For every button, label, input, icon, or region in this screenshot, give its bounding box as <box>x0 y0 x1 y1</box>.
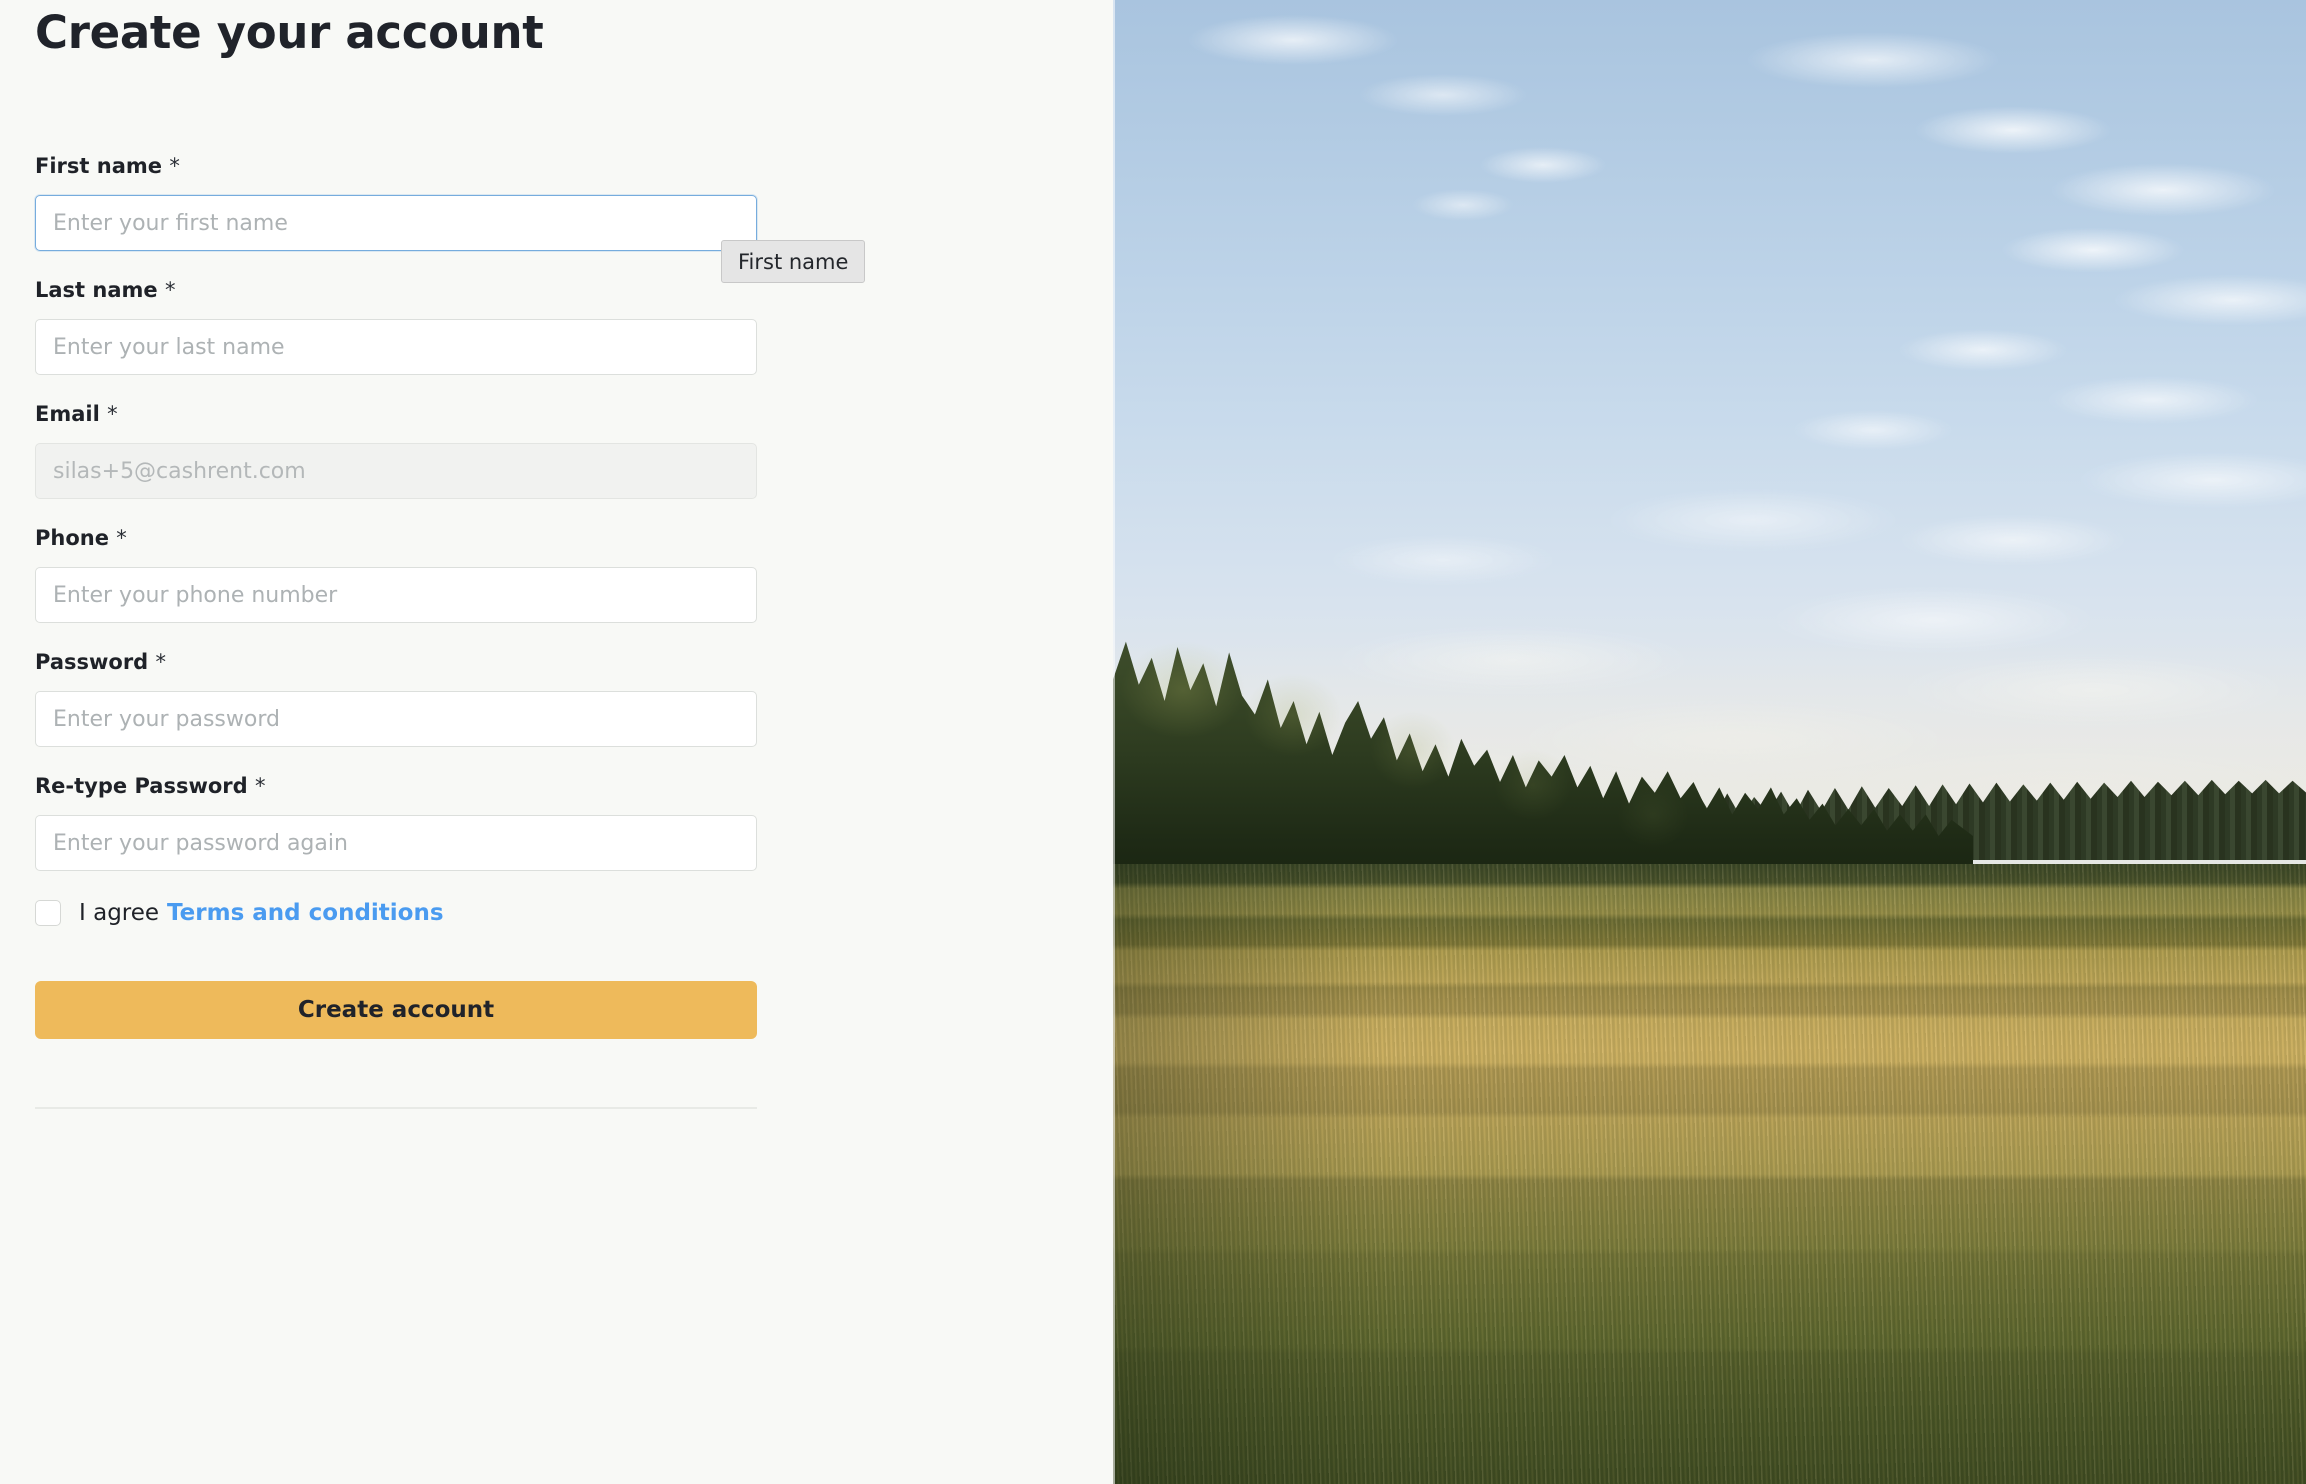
page-title: Create your account <box>35 6 544 59</box>
phone-label: Phone * <box>35 528 757 549</box>
first-name-tooltip: First name <box>721 240 866 283</box>
password-input[interactable] <box>35 691 757 747</box>
first-name-label-text: First name <box>35 154 162 178</box>
signup-page: Create your account First name * Last na… <box>0 0 2306 1484</box>
photo-edge-line <box>1113 0 1115 1484</box>
required-marker: * <box>169 154 180 178</box>
email-label: Email * <box>35 404 757 425</box>
signup-form: First name * Last name * Email <box>35 156 757 1109</box>
last-name-label-text: Last name <box>35 278 158 302</box>
bottom-divider <box>35 1107 757 1109</box>
terms-checkbox[interactable] <box>35 900 61 926</box>
field-group-last-name: Last name * <box>35 280 757 375</box>
password-label: Password * <box>35 652 757 673</box>
phone-label-text: Phone <box>35 526 109 550</box>
first-name-input[interactable] <box>35 195 757 251</box>
required-marker: * <box>254 774 266 798</box>
hero-photo <box>1113 0 2306 1484</box>
terms-agreement-row: I agree Terms and conditions <box>35 900 757 926</box>
field-group-retype-password: Re-type Password * <box>35 776 757 871</box>
wheat-field-shadow <box>1113 864 1453 1484</box>
first-name-label: First name * <box>35 156 757 177</box>
password-label-text: Password <box>35 650 149 674</box>
field-group-phone: Phone * <box>35 528 757 623</box>
required-marker: * <box>107 402 118 426</box>
email-label-text: Email <box>35 402 100 426</box>
terms-agreement-label: I agree <box>79 899 160 926</box>
create-account-button[interactable]: Create account <box>35 981 757 1039</box>
last-name-input[interactable] <box>35 319 757 375</box>
required-marker: * <box>116 526 127 550</box>
field-group-email: Email * <box>35 404 757 499</box>
field-group-password: Password * <box>35 652 757 747</box>
terms-and-conditions-link[interactable]: Terms and conditions <box>167 901 444 925</box>
signup-form-panel: Create your account First name * Last na… <box>0 0 1113 1484</box>
retype-password-label: Re-type Password * <box>35 776 757 797</box>
retype-password-input[interactable] <box>35 815 757 871</box>
form-content: Create your account First name * Last na… <box>35 0 757 1109</box>
phone-input[interactable] <box>35 567 757 623</box>
field-group-first-name: First name * <box>35 156 757 251</box>
retype-password-label-text: Re-type Password <box>35 774 248 798</box>
last-name-label: Last name * <box>35 280 757 301</box>
email-input <box>35 443 757 499</box>
required-marker: * <box>155 650 167 674</box>
required-marker: * <box>164 278 176 302</box>
